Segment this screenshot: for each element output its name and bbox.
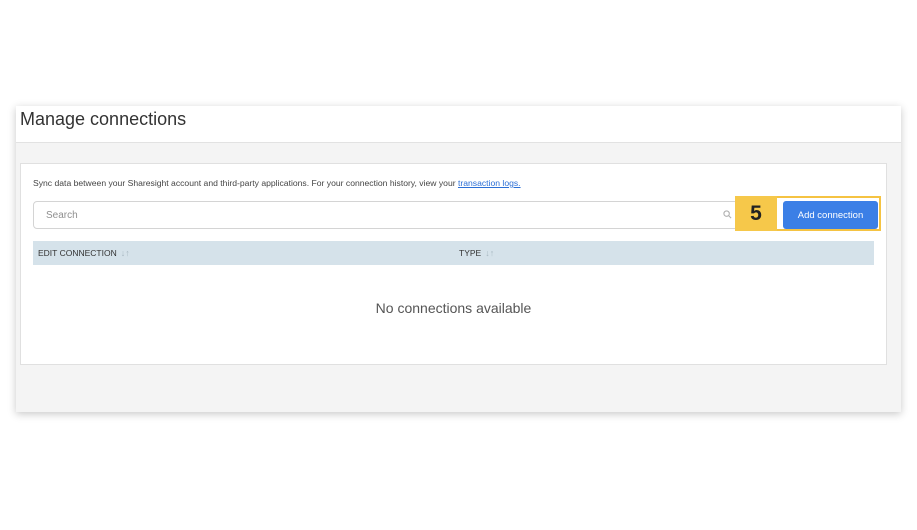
page-title: Manage connections [20,109,187,129]
intro-text: Sync data between your Sharesight accoun… [33,178,521,188]
column-label: EDIT CONNECTION [38,248,117,258]
column-header-edit-connection[interactable]: EDIT CONNECTION ↓↑ [38,241,130,265]
app-window: Manage connections Sync data between you… [16,106,901,412]
sort-icon: ↓↑ [485,248,495,258]
title-bar: Manage connections [16,106,901,143]
step-number-badge: 5 [735,196,777,231]
search-input[interactable] [33,201,748,229]
table-header: EDIT CONNECTION ↓↑ TYPE ↓↑ [33,241,874,265]
empty-state-message: No connections available [375,300,532,316]
intro-description: Sync data between your Sharesight accoun… [33,178,458,188]
sort-icon: ↓↑ [120,248,130,258]
column-label: TYPE [459,248,482,258]
column-header-type[interactable]: TYPE ↓↑ [459,241,494,265]
connections-panel: Sync data between your Sharesight accoun… [20,163,887,365]
search-icon[interactable] [723,210,732,219]
transaction-logs-link[interactable]: transaction logs. [458,178,521,188]
add-connection-button[interactable]: Add connection [783,201,878,229]
